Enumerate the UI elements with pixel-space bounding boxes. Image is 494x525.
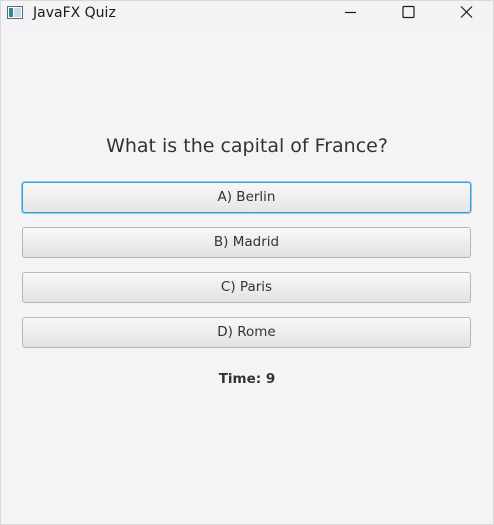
answer-button-d[interactable]: D) Rome: [22, 317, 471, 348]
window-title: JavaFX Quiz: [33, 5, 116, 21]
answer-button-c[interactable]: C) Paris: [22, 272, 471, 303]
close-icon: [460, 6, 473, 18]
question-label: What is the capital of France?: [106, 135, 388, 157]
close-button[interactable]: [437, 1, 493, 25]
answer-button-a[interactable]: A) Berlin: [22, 182, 471, 213]
minimize-button[interactable]: [321, 1, 379, 25]
answer-button-b[interactable]: B) Madrid: [22, 227, 471, 258]
title-bar[interactable]: JavaFX Quiz: [1, 1, 493, 31]
timer-label: Time: 9: [218, 371, 276, 387]
javafx-window-icon: [7, 5, 24, 20]
maximize-icon: [402, 5, 415, 19]
maximize-button[interactable]: [379, 1, 437, 25]
minimize-icon: [345, 11, 356, 14]
quiz-window: JavaFX Quiz What is the capital of Franc…: [0, 0, 494, 525]
